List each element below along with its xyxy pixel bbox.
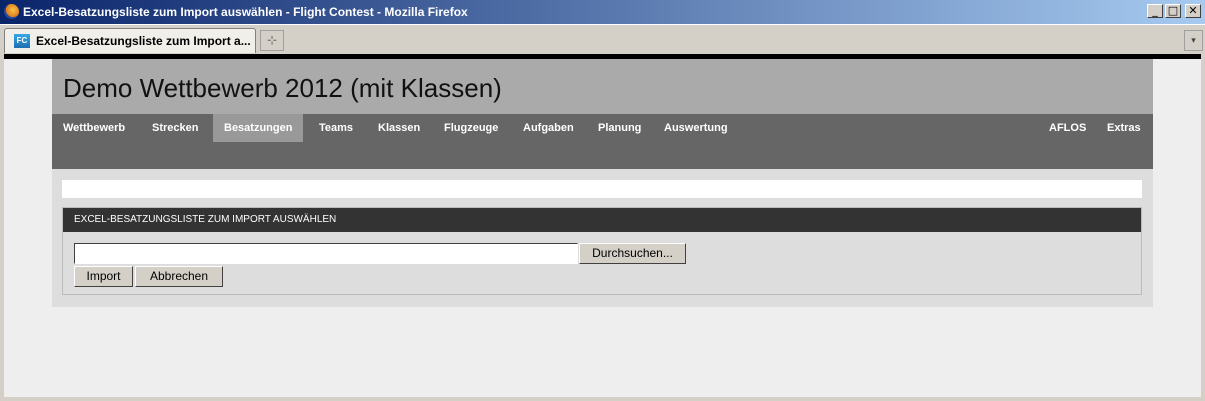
- firefox-icon: [4, 4, 19, 19]
- nav-item-aufgaben[interactable]: Aufgaben: [512, 114, 585, 142]
- nav-item-aflos[interactable]: AFLOS: [1038, 114, 1097, 142]
- page-header: Demo Wettbewerb 2012 (mit Klassen): [52, 59, 1153, 114]
- import-button[interactable]: Import: [74, 266, 133, 287]
- window-title: Excel-Besatzungsliste zum Import auswähl…: [23, 5, 468, 19]
- page-title: Demo Wettbewerb 2012 (mit Klassen): [63, 73, 502, 103]
- file-path-input[interactable]: [74, 243, 578, 264]
- nav-item-extras[interactable]: Extras: [1096, 114, 1152, 142]
- window-controls: _ □ ✕: [1147, 4, 1201, 18]
- import-form-box: EXCEL-BESATZUNGSLISTE ZUM IMPORT AUSWÄHL…: [62, 207, 1142, 295]
- maximize-button[interactable]: □: [1165, 4, 1181, 18]
- tab-active[interactable]: FC Excel-Besatzungsliste zum Import a...: [4, 28, 256, 53]
- nav-item-auswertung[interactable]: Auswertung: [653, 114, 739, 142]
- nav-item-flugzeuge[interactable]: Flugzeuge: [433, 114, 509, 142]
- nav-item-wettbewerb[interactable]: Wettbewerb: [52, 114, 136, 142]
- new-tab-button[interactable]: ⊹: [260, 30, 284, 51]
- tab-bar: FC Excel-Besatzungsliste zum Import a...…: [0, 24, 1205, 54]
- window-titlebar: Excel-Besatzungsliste zum Import auswähl…: [0, 0, 1205, 24]
- tab-list-dropdown-button[interactable]: ▾: [1184, 30, 1203, 51]
- nav-item-besatzungen[interactable]: Besatzungen: [213, 114, 304, 142]
- page-container: Demo Wettbewerb 2012 (mit Klassen) Wettb…: [52, 59, 1153, 307]
- main-nav: Wettbewerb Strecken Besatzungen Teams Kl…: [52, 114, 1153, 169]
- cancel-button[interactable]: Abbrechen: [135, 266, 223, 287]
- nav-item-planung[interactable]: Planung: [587, 114, 652, 142]
- nav-item-teams[interactable]: Teams: [308, 114, 364, 142]
- form-heading: EXCEL-BESATZUNGSLISTE ZUM IMPORT AUSWÄHL…: [63, 208, 1141, 232]
- browse-button[interactable]: Durchsuchen...: [579, 243, 686, 264]
- message-bar: [62, 180, 1142, 198]
- minimize-button[interactable]: _: [1147, 4, 1163, 18]
- close-button[interactable]: ✕: [1185, 4, 1201, 18]
- flight-contest-favicon-icon: FC: [14, 34, 30, 48]
- tab-label: Excel-Besatzungsliste zum Import a...: [36, 34, 251, 48]
- nav-item-strecken[interactable]: Strecken: [141, 114, 209, 142]
- page-viewport: Demo Wettbewerb 2012 (mit Klassen) Wettb…: [4, 59, 1201, 397]
- nav-item-klassen[interactable]: Klassen: [367, 114, 431, 142]
